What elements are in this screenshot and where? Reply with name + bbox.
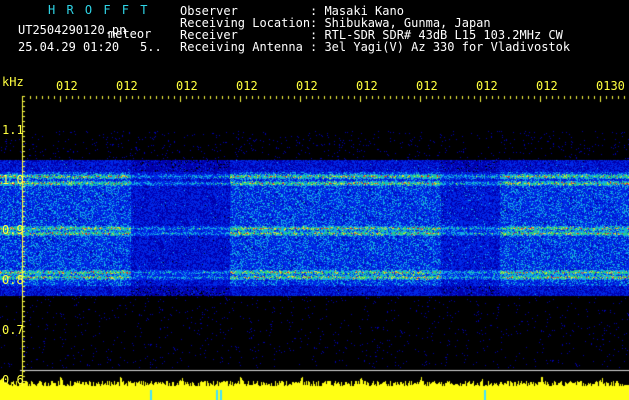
time-tick: 012 [416, 79, 438, 93]
time-tick: 012 [476, 79, 498, 93]
time-tick: 012 [176, 79, 198, 93]
time-tick: 012 [536, 79, 558, 93]
datetime: 25.04.29 01:20 [18, 40, 120, 54]
brand-title: H R O F F T [48, 3, 150, 17]
y-tick-1-0: 1.0 [2, 173, 24, 187]
time-tick: 012 [296, 79, 318, 93]
y-tick-0-9: 0.9 [2, 223, 24, 237]
time-tick: 012 [56, 79, 78, 93]
spectrogram-canvas [0, 0, 629, 400]
mode-label: meteor [108, 27, 152, 41]
y-tick-0-8: 0.8 [2, 273, 24, 287]
interval: 5.. [140, 40, 162, 54]
time-tick: 0130 [596, 79, 625, 93]
axis-unit-label: kHz [2, 75, 24, 89]
field-label-antenna: Receiving Antenna [180, 40, 303, 54]
time-tick: 012 [356, 79, 378, 93]
y-tick-0-7: 0.7 [2, 323, 24, 337]
time-tick: 012 [236, 79, 258, 93]
y-tick-0-6: 0.6 [2, 373, 24, 387]
field-value-antenna: : 3el Yagi(V) Az 330 for Vladivostok [310, 40, 571, 54]
time-tick: 012 [116, 79, 138, 93]
y-tick-1-1: 1.1 [2, 123, 24, 137]
